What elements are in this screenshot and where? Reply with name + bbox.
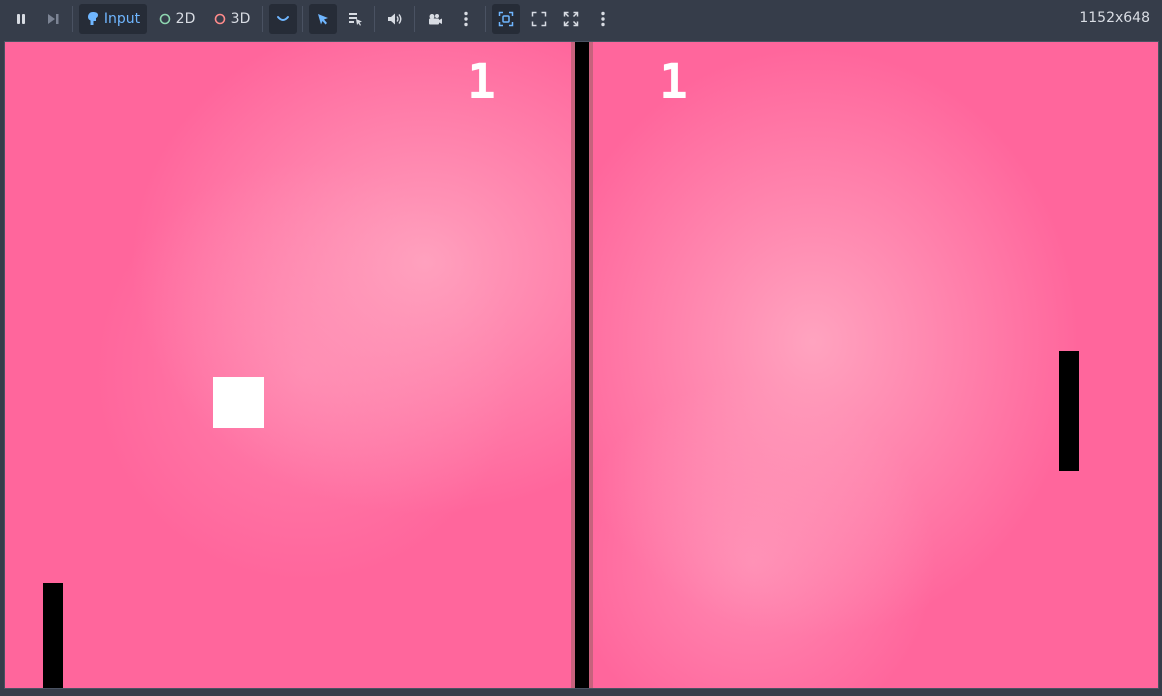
2d-mode-button[interactable]: 2D [153, 4, 201, 34]
left-player-score: 1 [467, 54, 496, 110]
resolution-readout: 1152x648 [1079, 10, 1150, 26]
left-paddle [43, 583, 63, 688]
keep-aspect-button[interactable] [525, 4, 553, 34]
game-viewport[interactable]: 1 1 [4, 41, 1159, 689]
camera-options-menu-button[interactable] [453, 4, 479, 34]
2d-circle-icon [159, 13, 171, 25]
embedded-window-button[interactable] [492, 4, 520, 34]
3d-circle-icon [214, 13, 226, 25]
select-mode-button[interactable] [309, 4, 337, 34]
game-run-window: Input 2D 3D 1152x648 1 1 [0, 0, 1162, 696]
right-player-score: 1 [659, 54, 688, 110]
list-select-button[interactable] [341, 4, 369, 34]
embedded-game-toolbar: Input 2D 3D 1152x648 [0, 0, 1162, 38]
suspend-button[interactable] [269, 4, 297, 34]
ball [213, 377, 264, 428]
input-mode-button[interactable]: Input [79, 4, 147, 34]
toolbar-separator [414, 6, 415, 32]
suspend-icon [276, 14, 290, 24]
3d-mode-label: 3D [230, 11, 251, 27]
stretch-icon [563, 11, 579, 27]
pause-icon [15, 13, 27, 25]
stretch-button[interactable] [557, 4, 585, 34]
toolbar-separator [302, 6, 303, 32]
toolbar-separator [72, 6, 73, 32]
right-paddle [1059, 351, 1079, 471]
more-options-icon [463, 11, 469, 27]
more-options-icon [600, 11, 606, 27]
left-court [5, 42, 571, 688]
embed-options-menu-button[interactable] [590, 4, 616, 34]
camera-override-icon [427, 12, 443, 26]
select-arrow-icon [316, 12, 330, 26]
camera-override-button[interactable] [421, 4, 449, 34]
audio-icon [387, 12, 403, 26]
next-frame-button[interactable] [40, 4, 66, 34]
list-select-icon [347, 11, 363, 27]
input-mode-label: Input [103, 11, 141, 27]
toolbar-separator [262, 6, 263, 32]
center-net [575, 42, 589, 688]
input-icon [86, 11, 100, 27]
pause-button[interactable] [8, 4, 34, 34]
3d-mode-button[interactable]: 3D [207, 4, 257, 34]
toolbar-separator [374, 6, 375, 32]
embedded-window-icon [498, 11, 514, 27]
step-frame-icon [46, 13, 60, 25]
2d-mode-label: 2D [175, 11, 196, 27]
mute-audio-button[interactable] [381, 4, 409, 34]
keep-aspect-icon [531, 11, 547, 27]
toolbar-separator [485, 6, 486, 32]
